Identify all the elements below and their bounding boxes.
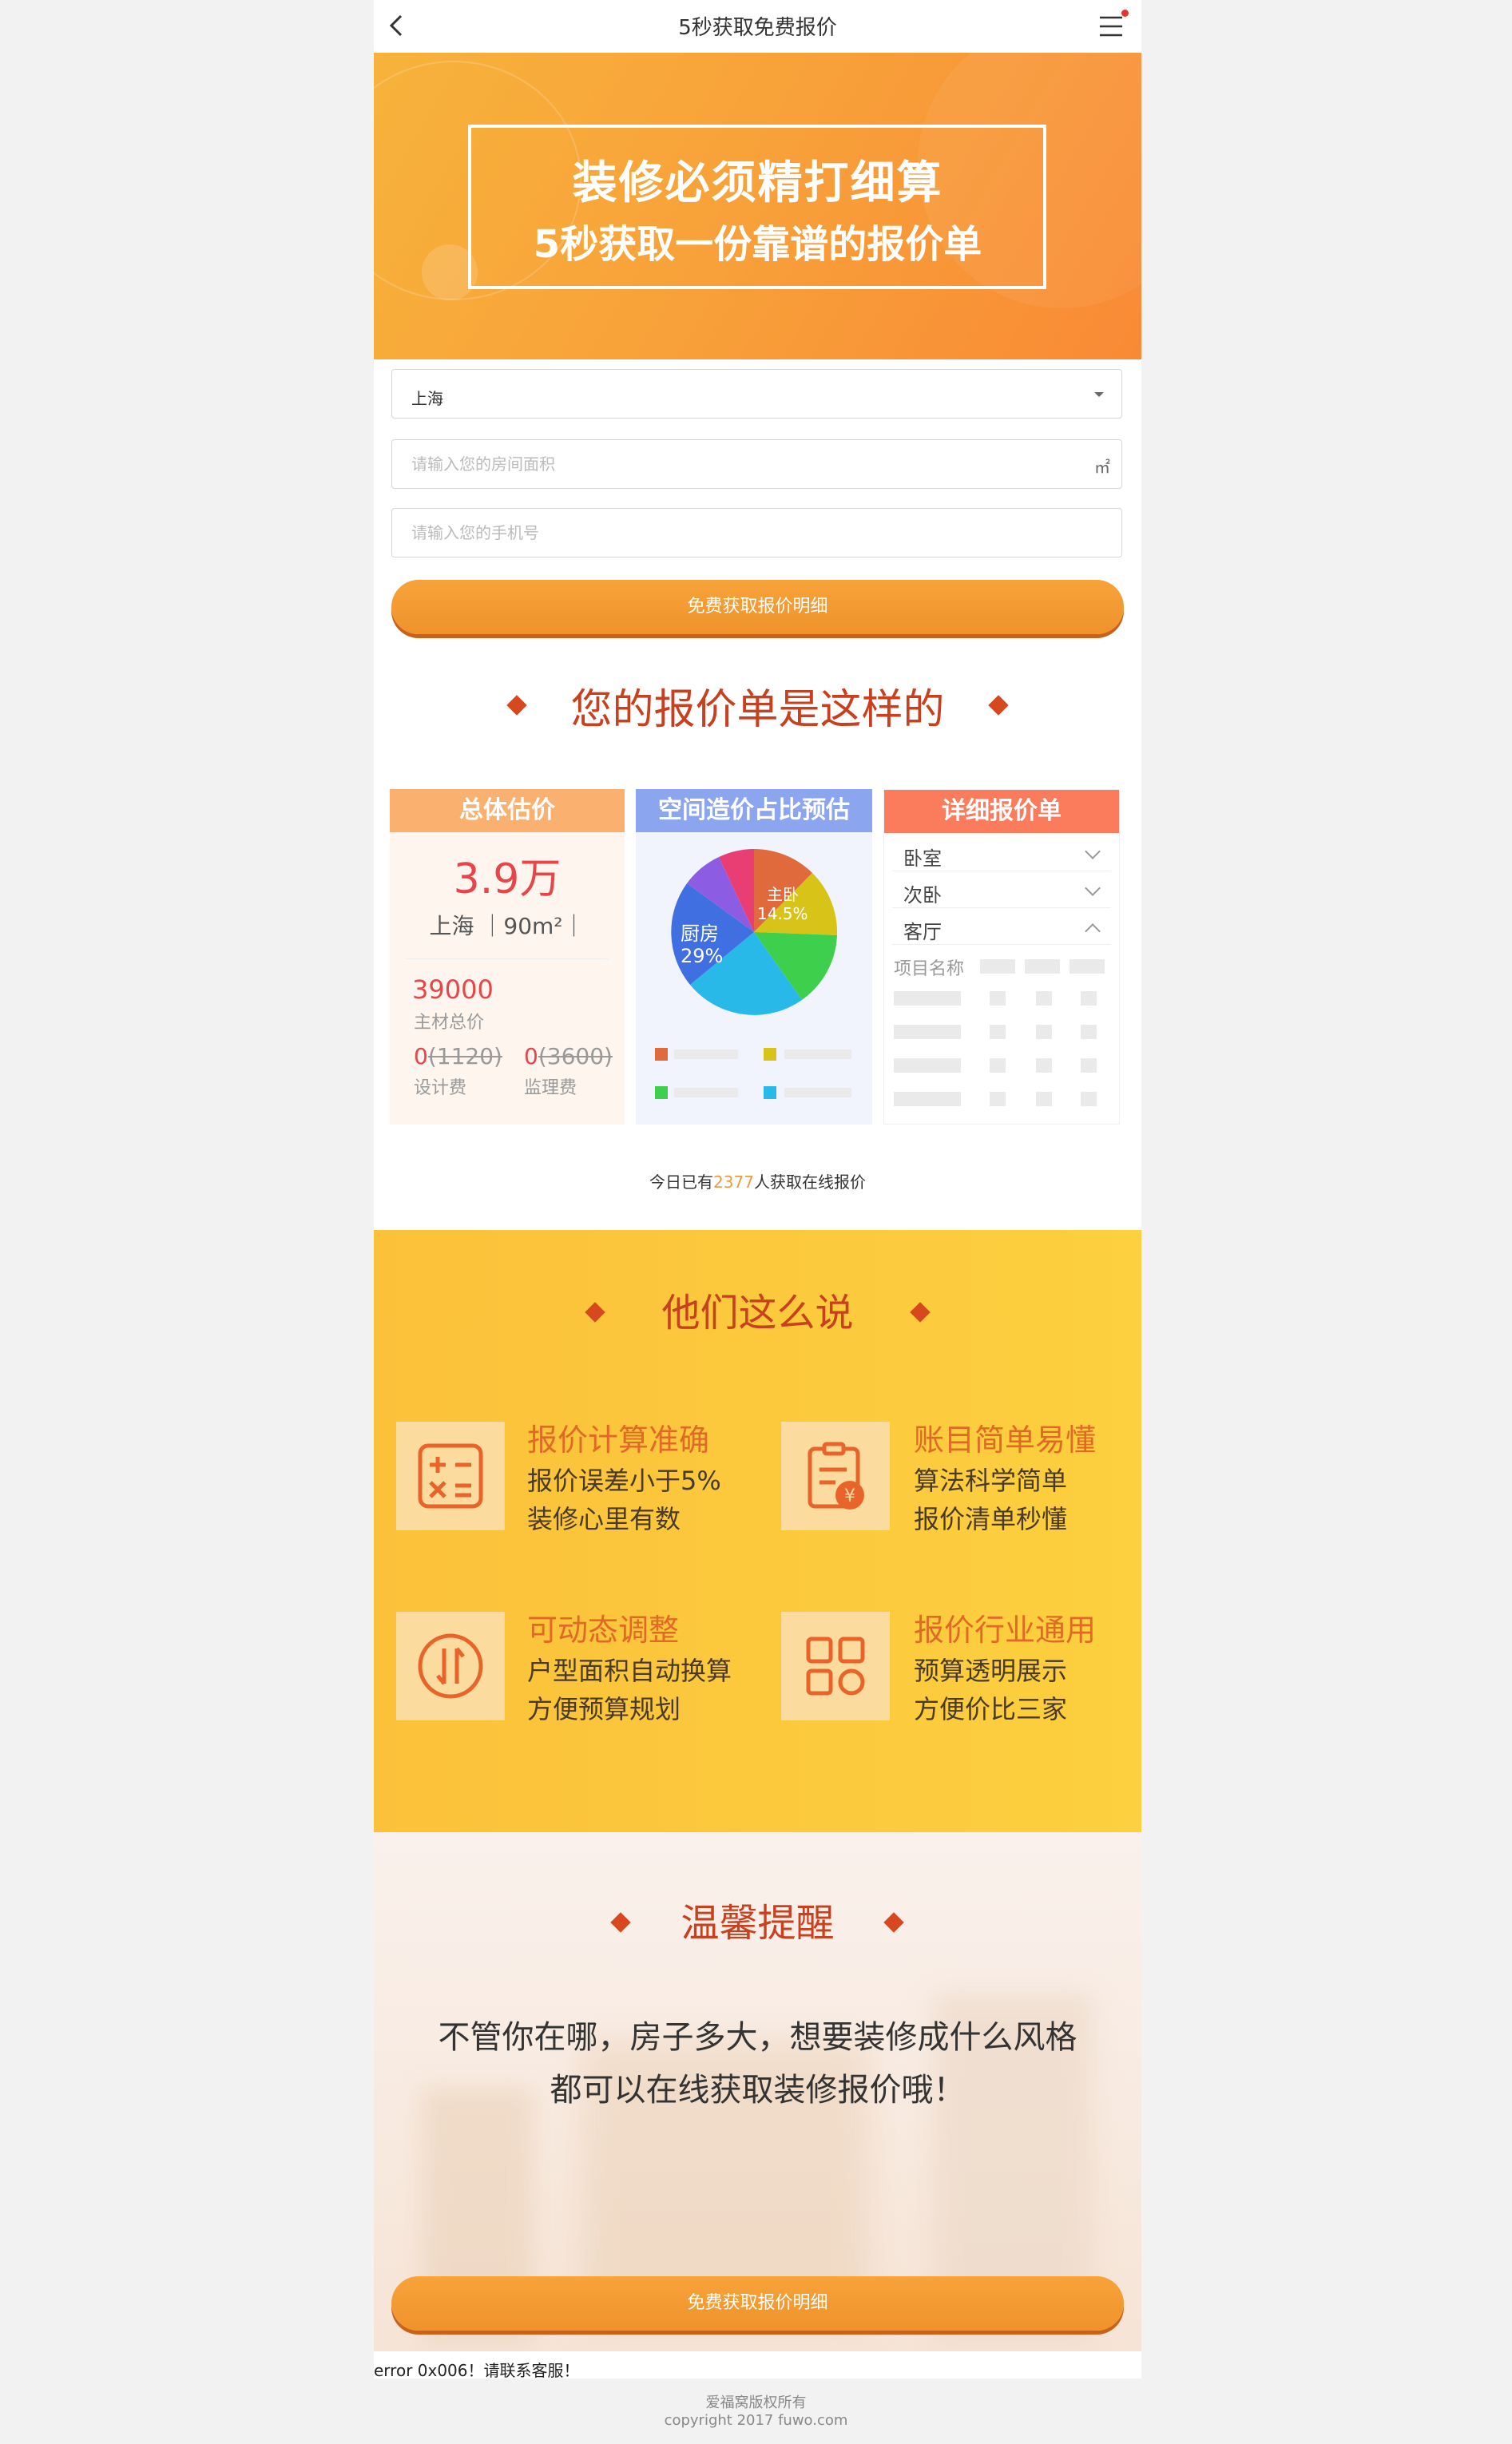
placeholder-bar (980, 959, 1015, 974)
placeholder-bar (894, 1025, 961, 1039)
placeholder-bar (1070, 959, 1105, 974)
calculator-icon (396, 1422, 505, 1530)
phone-input[interactable] (392, 509, 1121, 557)
tip-line: 都可以在线获取装修报价哦！ (550, 2072, 966, 2109)
room-row[interactable]: 次卧 (892, 873, 1111, 908)
material-label: 主材总价 (414, 1013, 485, 1033)
testimonials-section: 他们这么说 报价计算准确 报价误差小于5% 装修心里有数 ¥ 账目简单易懂 算法科… (374, 1230, 1141, 1832)
hamburger-icon[interactable] (1097, 13, 1125, 40)
pie-chart: 主卧 14.5% 厨房 29% (671, 849, 838, 1015)
city-select[interactable]: 上海 (391, 369, 1122, 419)
area-input[interactable] (392, 440, 1121, 488)
legend-swatch (655, 1086, 668, 1099)
total-estimate-card: 总体估价 3.9万 上海 ｜90m²｜ 39000 主材总价 0(1120) 设… (390, 789, 625, 1125)
pie-label: 14.5% (757, 904, 808, 923)
placeholder-bar (990, 1092, 1006, 1106)
material-amount: 39000 (412, 974, 494, 1005)
top-nav: 5秒获取免费报价 (374, 0, 1141, 53)
error-message: error 0x006！请联系客服！ (374, 2361, 580, 2380)
divider (406, 958, 609, 959)
bottom-submit-button[interactable]: 免费获取报价明细 (391, 2276, 1124, 2331)
placeholder-bar (990, 1058, 1006, 1073)
city-select-value: 上海 (411, 389, 443, 408)
feature-desc: 报价误差小于5% 装修心里有数 (527, 1466, 721, 1534)
hero-banner: 装修必须精打细算 5秒获取一份靠谱的报价单 (374, 53, 1141, 359)
placeholder-bar (1036, 991, 1052, 1006)
pie-label: 厨房 (681, 922, 719, 945)
card-header: 空间造价占比预估 (636, 789, 872, 832)
placeholder-bar (1081, 991, 1097, 1006)
legend-bar (784, 1088, 851, 1097)
placeholder-bar (894, 1058, 961, 1073)
placeholder-bar (1036, 1058, 1052, 1073)
submit-button[interactable]: 免费获取报价明细 (391, 580, 1124, 634)
page: 5秒获取免费报价 装修必须精打细算 5秒获取一份靠谱的报价单 上海 ㎡ 免费获取… (374, 0, 1141, 2379)
clipboard-yen-icon: ¥ (781, 1422, 890, 1530)
placeholder-bar (894, 991, 961, 1006)
feature-desc: 户型面积自动换算 方便预算规划 (527, 1656, 732, 1724)
tip-section: 温馨提醒 不管你在哪，房子多大，想要装修成什么风格 都可以在线获取装修报价哦！ … (374, 1832, 1141, 2351)
tip-title: 温馨提醒 (681, 1901, 835, 1946)
chevron-down-icon (1085, 843, 1101, 859)
pie-label: 29% (681, 945, 723, 967)
area-field[interactable]: ㎡ (391, 439, 1122, 489)
footer-copyright: 爱福窝版权所有 (705, 2394, 807, 2411)
legend-bar (674, 1049, 738, 1059)
testimonials-title: 他们这么说 (661, 1291, 854, 1335)
legend-swatch (764, 1048, 776, 1061)
phone-field[interactable] (391, 508, 1122, 557)
feature-title: 账目简单易懂 (914, 1422, 1097, 1458)
placeholder-bar (1081, 1025, 1097, 1039)
design-fee: 0(1120) (414, 1043, 502, 1069)
design-fee-label: 设计费 (414, 1078, 467, 1098)
legend-bar (674, 1088, 738, 1097)
placeholder-bar (990, 991, 1006, 1006)
supervision-fee: 0(3600) (524, 1043, 613, 1069)
space-ratio-card: 空间造价占比预估 主卧 14.5% 厨房 29% (636, 789, 872, 1125)
placeholder-bar (1036, 1025, 1052, 1039)
counter-number: 2377 (713, 1172, 754, 1192)
placeholder-bar (1081, 1058, 1097, 1073)
quote-section-title: 您的报价单是这样的 (570, 686, 945, 734)
placeholder-bar (894, 1092, 961, 1106)
feature-title: 报价行业通用 (914, 1613, 1097, 1648)
notification-dot (1121, 10, 1129, 17)
svg-text:¥: ¥ (844, 1486, 855, 1506)
feature-title: 可动态调整 (527, 1613, 680, 1648)
footer-domain: copyright 2017 fuwo.com (664, 2412, 848, 2429)
tip-line: 不管你在哪，房子多大，想要装修成什么风格 (438, 2019, 1077, 2056)
placeholder-bar (1025, 959, 1060, 974)
feature-title: 报价计算准确 (527, 1422, 710, 1458)
banner-headline: 装修必须精打细算 (572, 157, 943, 209)
online-counter: 今日已有2377人获取在线报价 (649, 1172, 866, 1192)
placeholder-bar (990, 1025, 1006, 1039)
detail-quote-card: 详细报价单 卧室 次卧 客厅 项目名称 (883, 789, 1120, 1125)
chevron-up-icon (1085, 923, 1101, 939)
location-area: 上海 ｜90m²｜ (429, 913, 585, 939)
swap-arrows-icon (396, 1612, 505, 1720)
placeholder-bar (1036, 1092, 1052, 1106)
area-unit: ㎡ (1094, 458, 1110, 477)
project-name-label: 项目名称 (894, 959, 965, 979)
supervision-fee-label: 监理费 (524, 1078, 577, 1098)
banner-subheadline: 5秒获取一份靠谱的报价单 (533, 222, 982, 267)
legend-swatch (655, 1048, 668, 1061)
feature-desc: 预算透明展示 方便价比三家 (914, 1656, 1068, 1724)
room-row[interactable]: 卧室 (892, 836, 1111, 871)
placeholder-bar (1081, 1092, 1097, 1106)
feature-desc: 算法科学简单 报价清单秒懂 (914, 1466, 1068, 1534)
card-header: 详细报价单 (884, 790, 1119, 833)
legend-bar (784, 1049, 851, 1059)
legend-swatch (764, 1086, 776, 1099)
card-header: 总体估价 (390, 789, 625, 832)
caret-down-icon (1094, 392, 1104, 397)
page-title: 5秒获取免费报价 (678, 16, 837, 40)
grid-apps-icon (781, 1612, 890, 1720)
chevron-down-icon (1085, 880, 1101, 896)
room-row[interactable]: 客厅 (892, 910, 1111, 945)
pie-label: 主卧 (767, 885, 799, 904)
total-amount: 3.9万 (453, 855, 562, 903)
